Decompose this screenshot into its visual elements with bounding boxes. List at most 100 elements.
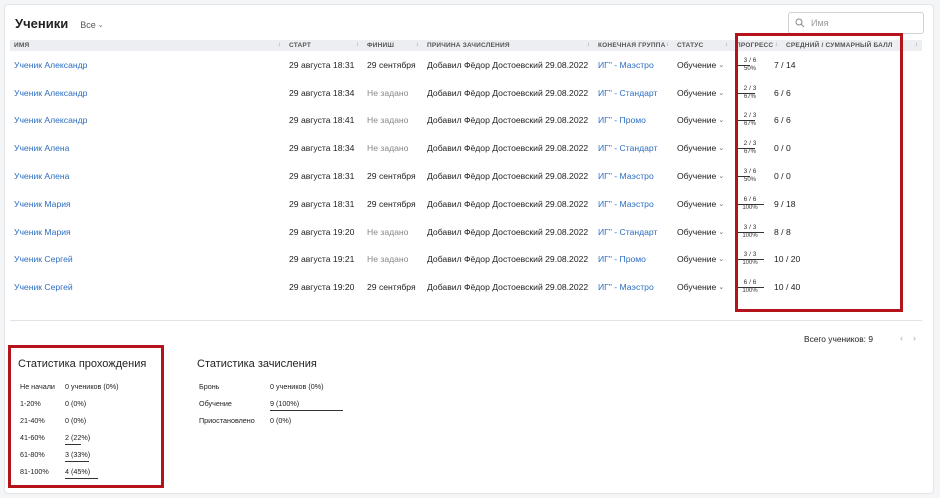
final-group-link[interactable]: ИГ" - Стандарт [594, 134, 673, 162]
final-group-link[interactable]: ИГ" - Стандарт [594, 79, 673, 107]
enrollment-stats-title: Статистика зачисления [197, 358, 317, 370]
status-cell[interactable]: Обучение ⌄ [673, 273, 732, 301]
student-name-link[interactable]: Ученик Сергей [10, 246, 285, 274]
search-input[interactable] [811, 18, 911, 28]
column-header-group[interactable]: КОНЕЧНАЯ ГРУППА ↕ [594, 40, 673, 51]
status-cell[interactable]: Обучение ⌄ [673, 134, 732, 162]
student-name-link[interactable]: Ученик Александр [10, 107, 285, 135]
start-date: 29 августа 19:21 [289, 254, 355, 265]
status-dropdown[interactable]: Обучение ⌄ [677, 60, 728, 70]
finish-date: Не задано [367, 87, 409, 98]
chevron-down-icon: ⌄ [718, 89, 725, 97]
sort-icon[interactable]: ↕ [666, 42, 669, 48]
start-date: 29 августа 18:31 [289, 59, 355, 70]
finish-date: 29 сентября [367, 282, 416, 293]
status-dropdown[interactable]: Обучение ⌄ [677, 143, 728, 153]
column-header-label: СТАРТ [289, 42, 312, 49]
column-header-reason[interactable]: ПРИЧИНА ЗАЧИСЛЕНИЯ ↕ [423, 40, 594, 51]
student-name-link[interactable]: Ученик Александр [10, 51, 285, 79]
students-total: Всего учеников: 9 [804, 334, 873, 344]
status-cell[interactable]: Обучение ⌄ [673, 246, 732, 274]
enrollment-reason: Добавил Фёдор Достоевский 29.08.2022 [427, 282, 589, 293]
chevron-down-icon: ⌄ [718, 228, 725, 236]
status-cell[interactable]: Обучение ⌄ [673, 218, 732, 246]
student-name-link[interactable]: Ученик Александр [10, 79, 285, 107]
column-header-start[interactable]: СТАРТ ↕ [285, 40, 363, 51]
page-title: Ученики [15, 16, 69, 31]
start-date: 29 августа 18:34 [289, 87, 355, 98]
sort-icon[interactable]: ↕ [725, 42, 728, 48]
stat-value: 9 (100%) [270, 399, 300, 408]
final-group-link[interactable]: ИГ" - Стандарт [594, 218, 673, 246]
student-name-link[interactable]: Ученик Мария [10, 218, 285, 246]
status-dropdown[interactable]: Обучение ⌄ [677, 282, 728, 292]
status-dropdown[interactable]: Обучение ⌄ [677, 254, 728, 264]
final-group-link[interactable]: ИГ" - Промо [594, 246, 673, 274]
finish-date: Не задано [367, 226, 409, 237]
final-group-link[interactable]: ИГ" - Маэстро [594, 273, 673, 301]
start-date: 29 августа 18:41 [289, 115, 355, 126]
status-label: Обучение [677, 282, 717, 293]
chevron-down-icon: ⌄ [718, 61, 725, 69]
chevron-right-icon[interactable]: › [913, 333, 916, 343]
finish-date: Не задано [367, 115, 409, 126]
final-group-link[interactable]: ИГ" - Маэстро [594, 162, 673, 190]
status-dropdown[interactable]: Обучение ⌄ [677, 115, 728, 125]
finish-date: 29 сентября [367, 59, 416, 70]
start-date: 29 августа 19:20 [289, 226, 355, 237]
chevron-down-icon: ⌄ [718, 173, 725, 181]
search-box[interactable] [788, 12, 924, 34]
chevron-down-icon: ⌄ [97, 22, 104, 29]
column-header-name[interactable]: ИМЯ ↕ [10, 40, 285, 51]
status-cell[interactable]: Обучение ⌄ [673, 107, 732, 135]
sort-icon[interactable]: ↕ [915, 42, 918, 48]
status-dropdown[interactable]: Обучение ⌄ [677, 199, 728, 209]
student-name-link[interactable]: Ученик Мария [10, 190, 285, 218]
column-header-label: КОНЕЧНАЯ ГРУППА [598, 42, 666, 49]
status-label: Обучение [677, 171, 717, 182]
start-date: 29 августа 18:31 [289, 171, 355, 182]
sort-icon[interactable]: ↕ [416, 42, 419, 48]
status-cell[interactable]: Обучение ⌄ [673, 51, 732, 79]
status-cell[interactable]: Обучение ⌄ [673, 190, 732, 218]
finish-date: 29 сентября [367, 198, 416, 209]
sort-icon[interactable]: ↕ [356, 42, 359, 48]
final-group-link[interactable]: ИГ" - Маэстро [594, 51, 673, 79]
status-dropdown[interactable]: Обучение ⌄ [677, 88, 728, 98]
chevron-left-icon[interactable]: ‹ [900, 333, 903, 343]
status-cell[interactable]: Обучение ⌄ [673, 79, 732, 107]
stat-label: Приостановлено [199, 416, 255, 425]
sort-icon[interactable]: ↕ [587, 42, 590, 48]
status-filter-dropdown[interactable]: Все ⌄ [80, 20, 103, 30]
student-name-link[interactable]: Ученик Алена [10, 162, 285, 190]
finish-date: Не задано [367, 254, 409, 265]
filter-label: Все [80, 20, 96, 30]
enrollment-reason: Добавил Фёдор Достоевский 29.08.2022 [427, 87, 589, 98]
column-header-label: СТАТУС [677, 42, 704, 49]
start-date: 29 августа 18:31 [289, 198, 355, 209]
enrollment-reason: Добавил Фёдор Достоевский 29.08.2022 [427, 171, 589, 182]
enrollment-reason: Добавил Фёдор Достоевский 29.08.2022 [427, 143, 589, 154]
stat-label: Обучение [199, 399, 232, 408]
column-header-label: ПРИЧИНА ЗАЧИСЛЕНИЯ [427, 42, 510, 49]
final-group-link[interactable]: ИГ" - Промо [594, 107, 673, 135]
column-header-finish[interactable]: ФИНИШ ↕ [363, 40, 423, 51]
column-header-label: ИМЯ [14, 42, 30, 49]
chevron-down-icon: ⌄ [718, 145, 725, 153]
student-name-link[interactable]: Ученик Сергей [10, 273, 285, 301]
column-header-status[interactable]: СТАТУС ↕ [673, 40, 732, 51]
status-cell[interactable]: Обучение ⌄ [673, 162, 732, 190]
finish-date: 29 сентября [367, 171, 416, 182]
final-group-link[interactable]: ИГ" - Маэстро [594, 190, 673, 218]
start-date: 29 августа 19:20 [289, 282, 355, 293]
status-label: Обучение [677, 87, 717, 98]
finish-date: Не задано [367, 143, 409, 154]
column-header-label: ФИНИШ [367, 42, 395, 49]
sort-icon[interactable]: ↕ [278, 42, 281, 48]
status-dropdown[interactable]: Обучение ⌄ [677, 171, 728, 181]
student-name-link[interactable]: Ученик Алена [10, 134, 285, 162]
stat-row: Бронь 0 учеников (0%) [197, 382, 397, 396]
status-label: Обучение [677, 254, 717, 265]
status-dropdown[interactable]: Обучение ⌄ [677, 227, 728, 237]
status-label: Обучение [677, 198, 717, 209]
